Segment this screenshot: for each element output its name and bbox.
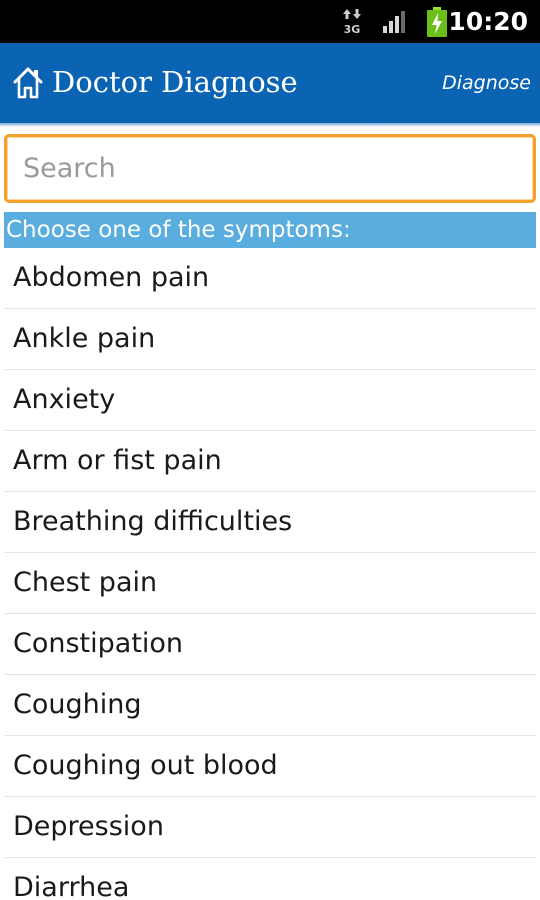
symptom-item-coughing[interactable]: Coughing	[4, 675, 536, 736]
symptom-item-constipation[interactable]: Constipation	[4, 614, 536, 675]
action-bar: Doctor Diagnose Diagnose	[0, 43, 540, 123]
action-bar-shadow	[0, 123, 540, 127]
symptom-item-anxiety[interactable]: Anxiety	[4, 370, 536, 431]
search-field[interactable]	[4, 134, 536, 203]
symptom-item-coughing-out-blood[interactable]: Coughing out blood	[4, 736, 536, 797]
symptom-item-breathing-difficulties[interactable]: Breathing difficulties	[4, 492, 536, 553]
symptom-list-header: Choose one of the symptoms:	[4, 212, 536, 248]
clock-time: 10:20	[448, 7, 528, 36]
home-icon[interactable]	[10, 65, 46, 101]
symptom-item-diarrhea[interactable]: Diarrhea	[4, 858, 536, 900]
search-input[interactable]	[7, 137, 533, 200]
symptom-item-arm-or-fist-pain[interactable]: Arm or fist pain	[4, 431, 536, 492]
diagnose-button[interactable]: Diagnose	[442, 69, 531, 97]
app-title: Doctor Diagnose	[52, 65, 298, 99]
symptom-item-chest-pain[interactable]: Chest pain	[4, 553, 536, 614]
status-bar: 3G 10:20	[0, 0, 540, 43]
symptom-item-abdomen-pain[interactable]: Abdomen pain	[4, 248, 536, 309]
3g-data-icon: 3G	[343, 9, 361, 36]
battery-charging-icon	[427, 7, 447, 37]
symptom-list: Abdomen pain Ankle pain Anxiety Arm or f…	[4, 248, 536, 900]
symptom-item-depression[interactable]: Depression	[4, 797, 536, 858]
svg-text:3G: 3G	[344, 23, 361, 36]
signal-strength-icon	[383, 11, 405, 33]
symptom-item-ankle-pain[interactable]: Ankle pain	[4, 309, 536, 370]
